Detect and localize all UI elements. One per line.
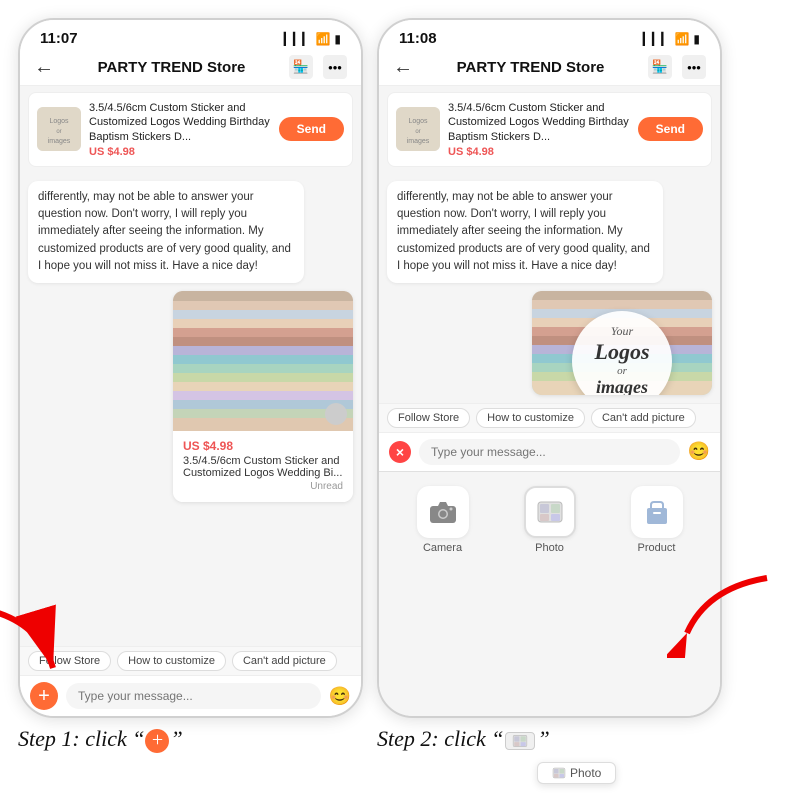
input-bar-2: × 😊 — [379, 432, 720, 471]
camera-label: Camera — [423, 542, 462, 554]
sticker-images-2: images — [596, 377, 648, 395]
nav-icons-2: 🏪 ••• — [648, 55, 706, 79]
sticker-or-2: or — [617, 365, 627, 377]
product-card-2: Logos or images 3.5/4.5/6cm Custom Stick… — [387, 92, 712, 167]
wifi-icon-1: 📶 — [315, 32, 330, 46]
store-icon-1[interactable]: 🏪 — [289, 55, 313, 79]
phone-2: 11:08 ▎▎▎ 📶 ▮ ← PARTY TREND Store 🏪 — [377, 18, 722, 718]
sticker-card-2: Your Logos or images — [532, 291, 712, 395]
product-card-1: Logos or images 3.5/4.5/6cm Custom Stick… — [28, 92, 353, 167]
step1-label: Step 1: click “+” — [18, 726, 363, 753]
nav-bar-2: ← PARTY TREND Store 🏪 ••• — [379, 51, 720, 86]
message-bubble-2: differently, may not be able to answer y… — [387, 181, 663, 283]
how-to-customize-tab-2[interactable]: How to customize — [476, 408, 585, 428]
store-icon-2[interactable]: 🏪 — [648, 55, 672, 79]
step2-label: Step 2: click “ ” — [377, 726, 722, 752]
svg-text:or: or — [415, 129, 420, 135]
follow-store-tab-2[interactable]: Follow Store — [387, 408, 470, 428]
emoji-button-1[interactable]: 😊 — [329, 686, 351, 707]
product-icon — [643, 498, 671, 526]
product-label: Product — [638, 542, 676, 554]
send-button-1[interactable]: Send — [279, 117, 344, 141]
wifi-icon-2: 📶 — [674, 32, 689, 46]
nav-icons-1: 🏪 ••• — [289, 55, 347, 79]
cant-add-picture-tab-1[interactable]: Can't add picture — [232, 651, 337, 671]
sticker-avatar-1 — [325, 403, 347, 425]
back-button-2[interactable]: ← — [393, 56, 413, 79]
status-icons-2: ▎▎▎ 📶 ▮ — [643, 32, 700, 46]
product-thumb-2: Logos or images — [396, 107, 440, 151]
back-button-1[interactable]: ← — [34, 56, 54, 79]
nav-bar-1: ← PARTY TREND Store 🏪 ••• — [20, 51, 361, 86]
message-input-1[interactable] — [66, 683, 321, 709]
chat-area-1: differently, may not be able to answer y… — [20, 173, 361, 646]
svg-text:Logos: Logos — [408, 118, 428, 125]
sticker-image-1: Your Logos or images — [173, 291, 353, 431]
photo-tooltip: Photo — [537, 762, 616, 784]
pic-title-1: 3.5/4.5/6cm Custom Sticker and Customize… — [183, 455, 343, 479]
camera-icon-box[interactable] — [417, 486, 469, 538]
cant-add-picture-tab-2[interactable]: Can't add picture — [591, 408, 696, 428]
sticker-logos-2: Logos — [595, 339, 650, 365]
camera-icon — [429, 500, 457, 524]
product-title-1: 3.5/4.5/6cm Custom Sticker and Customize… — [89, 101, 271, 144]
close-button-2[interactable]: × — [389, 441, 411, 463]
more-icon-2[interactable]: ••• — [682, 55, 706, 79]
message-input-2[interactable] — [419, 439, 680, 465]
product-thumb-1: Logos or images — [37, 107, 81, 151]
nav-title-2: PARTY TREND Store — [457, 59, 605, 76]
emoji-button-2[interactable]: 😊 — [688, 441, 710, 462]
product-price-1: US $4.98 — [89, 146, 271, 158]
more-icon-1[interactable]: ••• — [323, 55, 347, 79]
status-bar-1: 11:07 ▎▎▎ 📶 ▮ — [20, 20, 361, 51]
phone-1: 11:07 ▎▎▎ 📶 ▮ ← PARTY TREND Store 🏪 — [18, 18, 363, 718]
status-icons-1: ▎▎▎ 📶 ▮ — [284, 32, 341, 46]
product-icon-box[interactable] — [631, 486, 683, 538]
product-title-2: 3.5/4.5/6cm Custom Sticker and Customize… — [448, 101, 630, 144]
how-to-customize-tab-1[interactable]: How to customize — [117, 651, 226, 671]
product-info-1: 3.5/4.5/6cm Custom Sticker and Customize… — [89, 101, 271, 158]
photo-icon — [536, 500, 564, 524]
photo-icon-box[interactable] — [524, 486, 576, 538]
status-time-1: 11:07 — [40, 30, 78, 47]
message-bubble-1: differently, may not be able to answer y… — [28, 181, 304, 283]
unread-label-1: Unread — [183, 479, 343, 494]
product-info-2: 3.5/4.5/6cm Custom Sticker and Customize… — [448, 101, 630, 158]
sticker-your-2: Your — [611, 324, 633, 339]
camera-media-item[interactable]: Camera — [417, 486, 469, 554]
product-price-2: US $4.98 — [448, 146, 630, 158]
status-time-2: 11:08 — [399, 30, 437, 47]
quick-tabs-2: Follow Store How to customize Can't add … — [379, 403, 720, 432]
signal-icon-1: ▎▎▎ — [284, 32, 312, 46]
svg-text:Logos: Logos — [49, 118, 69, 125]
battery-icon-1: ▮ — [334, 32, 341, 46]
media-toolbar-2: Camera — [379, 471, 720, 562]
send-button-2[interactable]: Send — [638, 117, 703, 141]
svg-text:images: images — [407, 138, 430, 145]
product-info-card-1: US $4.98 3.5/4.5/6cm Custom Sticker and … — [173, 431, 353, 502]
svg-text:or: or — [56, 129, 61, 135]
signal-icon-2: ▎▎▎ — [643, 32, 671, 46]
nav-title-1: PARTY TREND Store — [98, 59, 246, 76]
product-media-item[interactable]: Product — [631, 486, 683, 554]
pic-price-1: US $4.98 — [183, 439, 343, 453]
photo-label: Photo — [535, 542, 564, 554]
red-arrow-2 — [667, 568, 777, 658]
photo-tooltip-text: Photo — [570, 766, 601, 780]
x-icon-2: × — [396, 444, 404, 460]
photo-media-item[interactable]: Photo — [524, 486, 576, 554]
sticker-card-1: Your Logos or images US $4.98 3.5/4.5/6c… — [173, 291, 353, 502]
sticker-image-2: Your Logos or images — [532, 291, 712, 395]
battery-icon-2: ▮ — [693, 32, 700, 46]
red-arrow-1 — [0, 598, 78, 698]
chat-area-2: differently, may not be able to answer y… — [379, 173, 720, 403]
svg-text:images: images — [48, 138, 71, 145]
status-bar-2: 11:08 ▎▎▎ 📶 ▮ — [379, 20, 720, 51]
